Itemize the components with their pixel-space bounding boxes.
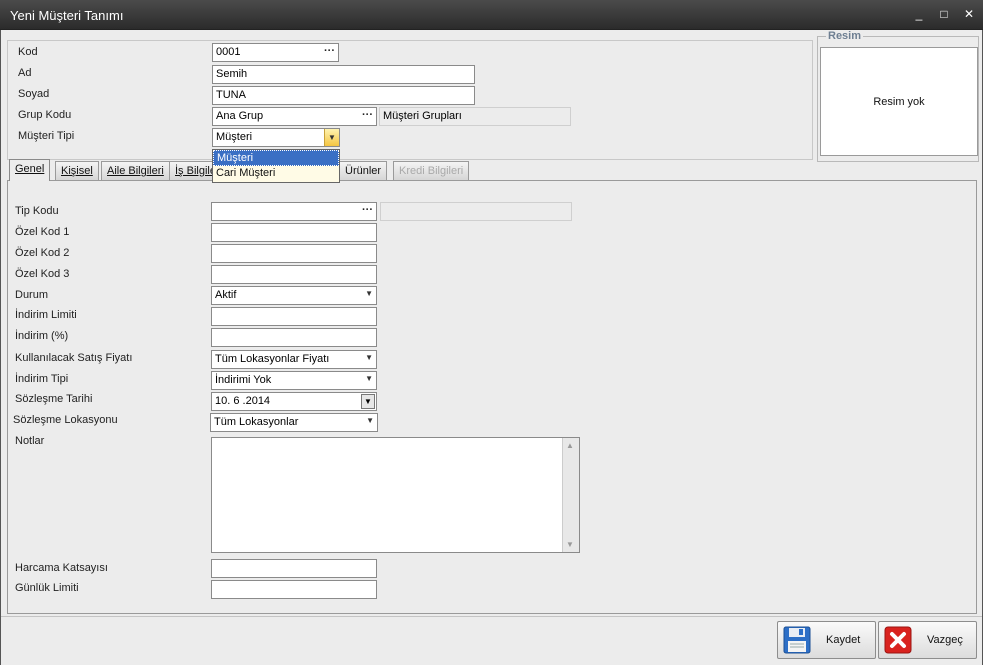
musteri-tipi-dropdown[interactable]: Müşteri Cari Müşteri — [212, 149, 340, 183]
ad-input[interactable]: Semih — [212, 65, 475, 84]
title-bar: Yeni Müşteri Tanımı _ □ ✕ — [0, 0, 983, 30]
chevron-down-icon[interactable]: ▼ — [365, 289, 373, 298]
sozlesme-lokasyonu-select[interactable]: Tüm Lokasyonlar ▼ — [210, 413, 378, 432]
ozel-kod-1-input[interactable] — [211, 223, 377, 242]
chevron-down-icon[interactable]: ▼ — [366, 416, 374, 425]
satis-fiyati-select[interactable]: Tüm Lokasyonlar Fiyatı ▼ — [211, 350, 377, 369]
tab-is-label: İş Bilgile — [175, 165, 216, 177]
chevron-down-icon[interactable]: ▼ — [324, 129, 339, 146]
chevron-down-icon[interactable]: ▼ — [365, 374, 373, 383]
calendar-dropdown-icon[interactable]: ▼ — [361, 394, 375, 409]
ad-label: Ad — [18, 67, 32, 79]
durum-label: Durum — [15, 289, 49, 301]
indirim-tipi-select[interactable]: İndirimi Yok ▼ — [211, 371, 377, 390]
sozlesme-tarihi-label: Sözleşme Tarihi — [15, 393, 93, 405]
tip-kodu-name-display — [380, 202, 572, 221]
satis-fiyati-value: Tüm Lokasyonlar Fiyatı — [215, 353, 330, 365]
sozlesme-lokasyonu-label: Sözleşme Lokasyonu — [13, 414, 118, 426]
musteri-tipi-select[interactable]: Müşteri ▼ — [212, 128, 340, 147]
tip-kodu-input[interactable]: ··· — [211, 202, 377, 221]
kod-value: 0001 — [216, 46, 241, 58]
durum-value: Aktif — [215, 289, 237, 301]
grup-kodu-input[interactable]: Ana Grup ··· — [212, 107, 377, 126]
tab-genel-label: Genel — [15, 163, 45, 175]
window-title: Yeni Müşteri Tanımı — [10, 8, 124, 23]
kod-label: Kod — [18, 46, 38, 58]
floppy-disk-icon — [783, 626, 811, 654]
tab-genel[interactable]: Genel — [9, 159, 51, 181]
ozel-kod-2-label: Özel Kod 2 — [15, 247, 70, 259]
close-icon[interactable]: ✕ — [960, 6, 978, 22]
ozel-kod-2-input[interactable] — [211, 244, 377, 263]
grup-kodu-label: Grup Kodu — [18, 109, 72, 121]
maximize-icon[interactable]: □ — [935, 6, 953, 22]
ellipsis-icon[interactable]: ··· — [324, 45, 335, 57]
minimize-icon[interactable]: _ — [910, 6, 928, 22]
tab-kredi-label: Kredi Bilgileri — [399, 165, 464, 177]
scroll-down-icon[interactable]: ▼ — [566, 540, 574, 549]
cancel-button[interactable]: Vazgeç — [878, 621, 977, 659]
tab-kisisel[interactable]: Kişisel — [55, 161, 99, 180]
chevron-down-icon[interactable]: ▼ — [365, 353, 373, 362]
ozel-kod-3-input[interactable] — [211, 265, 377, 284]
indirim-limiti-label: İndirim Limiti — [15, 309, 77, 321]
tab-strip: Genel Kişisel Aile Bilgileri İş Bilgile … — [7, 159, 977, 181]
sozlesme-tarihi-picker[interactable]: 10. 6 .2014 ▼ — [211, 392, 377, 411]
button-bar: Kaydet Vazgeç — [1, 616, 982, 665]
dialog-body: Kod 0001 ··· Ad Semih Soyad TUNA Grup Ko… — [0, 30, 983, 665]
resim-title: Resim — [826, 30, 864, 42]
tab-urunler[interactable]: Ürünler — [339, 161, 388, 180]
close-x-icon — [884, 626, 912, 654]
satis-fiyati-label: Kullanılacak Satış Fiyatı — [15, 352, 133, 364]
sozlesme-lokasyonu-value: Tüm Lokasyonlar — [214, 416, 299, 428]
tip-kodu-label: Tip Kodu — [15, 205, 59, 217]
genel-panel: Tip Kodu ··· Özel Kod 1 Özel Kod 2 Özel … — [7, 180, 977, 614]
indirim-limiti-input[interactable] — [211, 307, 377, 326]
kod-input[interactable]: 0001 ··· — [212, 43, 339, 62]
soyad-input[interactable]: TUNA — [212, 86, 475, 105]
indirim-yuzde-input[interactable] — [211, 328, 377, 347]
ozel-kod-3-label: Özel Kod 3 — [15, 268, 70, 280]
gunluk-limiti-input[interactable] — [211, 580, 377, 599]
gunluk-limiti-label: Günlük Limiti — [15, 582, 79, 594]
resim-group: Resim Resim yok — [817, 30, 979, 162]
tab-urunler-label: Ürünler — [345, 165, 382, 177]
tab-kisisel-label: Kişisel — [61, 165, 93, 177]
notlar-textarea[interactable]: ▲ ▼ — [211, 437, 580, 553]
grup-name-display: Müşteri Grupları — [379, 107, 571, 126]
indirim-yuzde-label: İndirim (%) — [15, 330, 69, 342]
notlar-label: Notlar — [15, 435, 45, 447]
dropdown-option-cari-musteri[interactable]: Cari Müşteri — [213, 166, 339, 182]
harcama-katsayisi-input[interactable] — [211, 559, 377, 578]
cancel-button-label: Vazgeç — [927, 634, 963, 646]
save-button-label: Kaydet — [826, 634, 861, 646]
save-button[interactable]: Kaydet — [777, 621, 876, 659]
notlar-scrollbar[interactable]: ▲ ▼ — [562, 438, 579, 552]
sozlesme-tarihi-value: 10. 6 .2014 — [215, 395, 271, 407]
grup-kodu-value: Ana Grup — [216, 110, 264, 122]
tab-aile-bilgileri[interactable]: Aile Bilgileri — [101, 161, 170, 180]
tab-kredi-bilgileri: Kredi Bilgileri — [393, 161, 470, 180]
ellipsis-icon[interactable]: ··· — [362, 109, 373, 121]
indirim-tipi-value: İndirimi Yok — [215, 374, 272, 386]
indirim-tipi-label: İndirim Tipi — [15, 373, 69, 385]
musteri-tipi-label: Müşteri Tipi — [18, 130, 75, 142]
tab-aile-label: Aile Bilgileri — [107, 165, 164, 177]
dropdown-option-musteri[interactable]: Müşteri — [213, 150, 339, 166]
ozel-kod-1-label: Özel Kod 1 — [15, 226, 70, 238]
soyad-label: Soyad — [18, 88, 50, 100]
durum-select[interactable]: Aktif ▼ — [211, 286, 377, 305]
musteri-tipi-value: Müşteri — [216, 131, 253, 143]
ellipsis-icon[interactable]: ··· — [362, 204, 373, 216]
resim-placeholder[interactable]: Resim yok — [820, 47, 978, 156]
harcama-katsayisi-label: Harcama Katsayısı — [15, 562, 108, 574]
scroll-up-icon[interactable]: ▲ — [566, 441, 574, 450]
